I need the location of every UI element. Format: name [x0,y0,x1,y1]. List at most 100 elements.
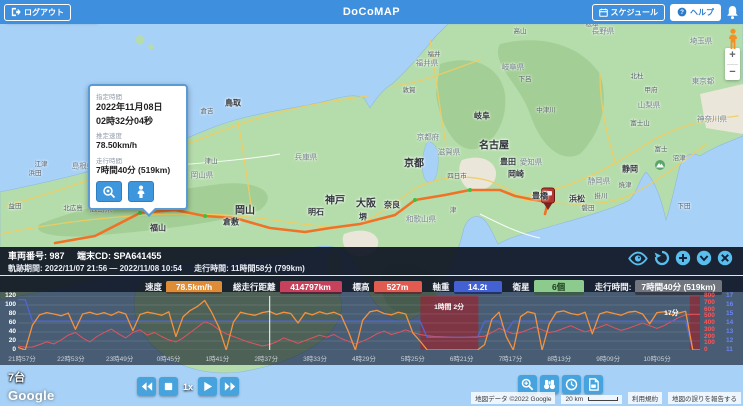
axis-tick: 17 [726,293,733,300]
stop-icon [163,381,174,392]
axis-tick: 100 [5,302,16,309]
close-panel-icon[interactable] [717,250,733,266]
logout-label: ログアウト [24,7,64,18]
vehicle-number: 車両番号: 987 [8,251,65,261]
total-drive-time: 走行時間: 11時間58分 (799km) [194,264,305,273]
x-axis-label: 1時41分 [195,353,239,363]
popup-duration-label: 走行時間 [96,155,180,165]
popup-streetview-button[interactable] [128,181,154,202]
scale-bar [588,397,618,401]
terms-link[interactable]: 利用規約 [628,392,662,404]
x-axis-label: 7時17分 [489,353,533,363]
popup-pointer-inner [142,207,156,214]
panel-action-icons [627,250,733,266]
google-logo[interactable]: Google [8,388,55,403]
x-axis-label: 4時29分 [342,353,386,363]
logout-icon [11,7,21,17]
axis-tick: 16 [726,302,733,309]
axis-tick: 0 [704,347,708,354]
fast-forward-icon [224,381,236,392]
playback-controls: 1x [137,377,239,396]
stop-region-label: 17分 [653,310,689,318]
axis-tick: 12 [726,338,733,345]
x-axis-label: 3時33分 [293,353,337,363]
track-point-popup: 指定時間 2022年11月08日 02時32分04秒 推定速度 78.50km/… [88,84,188,210]
scale-indicator: 20 km [561,395,622,404]
pegman-button-icon [135,185,147,199]
map-zoom-out-button[interactable]: − [725,65,740,81]
help-label: ヘルプ [690,7,714,18]
play-button[interactable] [198,377,217,396]
x-axis-label: 23時49分 [98,353,142,363]
map-zoom-in-button[interactable]: + [725,48,740,64]
trip-chart-panel: 1時間 2分17分1201008060402008007006005004003… [0,292,743,365]
axis-tick: 14 [726,320,733,327]
playback-speed: 1x [183,382,193,392]
clock-icon [565,378,578,391]
x-axis-label: 21時57分 [0,353,44,363]
axis-tick: 80 [9,311,16,318]
visibility-icon[interactable] [627,251,649,266]
logout-button[interactable]: ログアウト [4,4,71,21]
axis-tick: 120 [5,293,16,300]
x-axis-label: 10時05分 [635,353,679,363]
axis-tick: 15 [726,311,733,318]
x-axis-label: 9時09分 [586,353,630,363]
help-icon: ? [677,7,687,17]
play-icon [202,381,213,392]
axis-tick: 20 [9,338,16,345]
popup-date-value: 2022年11月08日 [96,101,180,113]
track-period: 軌跡期間: 2022/11/07 21:56 — 2022/11/08 10:5… [8,264,182,273]
x-axis-label: 5時25分 [391,353,435,363]
popup-duration-value: 7時間40分 (519km) [96,165,180,176]
magnifier-plus-icon [521,378,534,391]
popup-speed-value: 78.50km/h [96,140,180,151]
x-axis-label: 8時13分 [537,353,581,363]
help-button[interactable]: ? ヘルプ [670,4,721,21]
mountain-icon [655,160,665,170]
x-axis-label: 22時53分 [49,353,93,363]
map-attribution: 地図データ ©2022 Google 20 km 利用規約 地図の誤りを報告する [471,392,741,404]
refresh-icon[interactable] [654,250,670,266]
docomap-app: + − 隠岐の島町国立公園石川県福井福井県敦賀高山松本長野県軽井沢高崎伊勢崎埼玉… [0,0,743,406]
axis-tick: 40 [9,329,16,336]
csv-file-icon [587,378,600,391]
report-error-link[interactable]: 地図の誤りを報告する [668,392,741,404]
rewind-icon [141,381,153,392]
axis-tick: 60 [9,320,16,327]
popup-buttons [96,181,180,202]
schedule-label: スケジュール [611,7,658,18]
schedule-button[interactable]: スケジュール [592,4,665,21]
magnifier-target-icon [102,185,116,199]
chart-plot[interactable] [18,296,700,350]
popup-time-value: 02時32分04秒 [96,115,180,127]
svg-text:?: ? [680,9,684,16]
map-data-credit: 地図データ ©2022 Google [471,392,555,404]
rewind-button[interactable] [137,377,156,396]
x-axis-label: 6時21分 [440,353,484,363]
fast-forward-button[interactable] [220,377,239,396]
x-axis-label: 2時37分 [244,353,288,363]
calendar-icon [599,8,608,17]
chart-svg [18,296,700,350]
popup-zoom-button[interactable] [96,181,122,202]
vehicle-count-label: 7台 [8,369,25,385]
popup-speed-label: 推定速度 [96,130,180,140]
terminal-code: 端末CD: SPA641455 [77,251,161,261]
notifications-bell-icon[interactable] [726,5,739,20]
stop-button[interactable] [159,377,178,396]
app-header: ログアウト DoCoMAP スケジュール ? ヘルプ [0,0,743,24]
add-icon[interactable] [675,250,691,266]
popup-time-label: 指定時間 [96,91,180,101]
axis-tick: 11 [726,347,733,354]
x-axis-label: 0時45分 [147,353,191,363]
pegman-icon[interactable] [727,28,739,50]
vehicle-status-panel: 車両番号: 987 端末CD: SPA641455 軌跡期間: 2022/11/… [0,247,743,292]
binoculars-icon [543,378,556,391]
map-zoom-control: + − [725,48,740,80]
collapse-panel-icon[interactable] [696,250,712,266]
stop-region-label: 1時間 2分 [431,304,467,312]
scale-label: 20 km [565,396,583,403]
header-actions: スケジュール ? ヘルプ [592,4,739,21]
axis-tick: 13 [726,329,733,336]
